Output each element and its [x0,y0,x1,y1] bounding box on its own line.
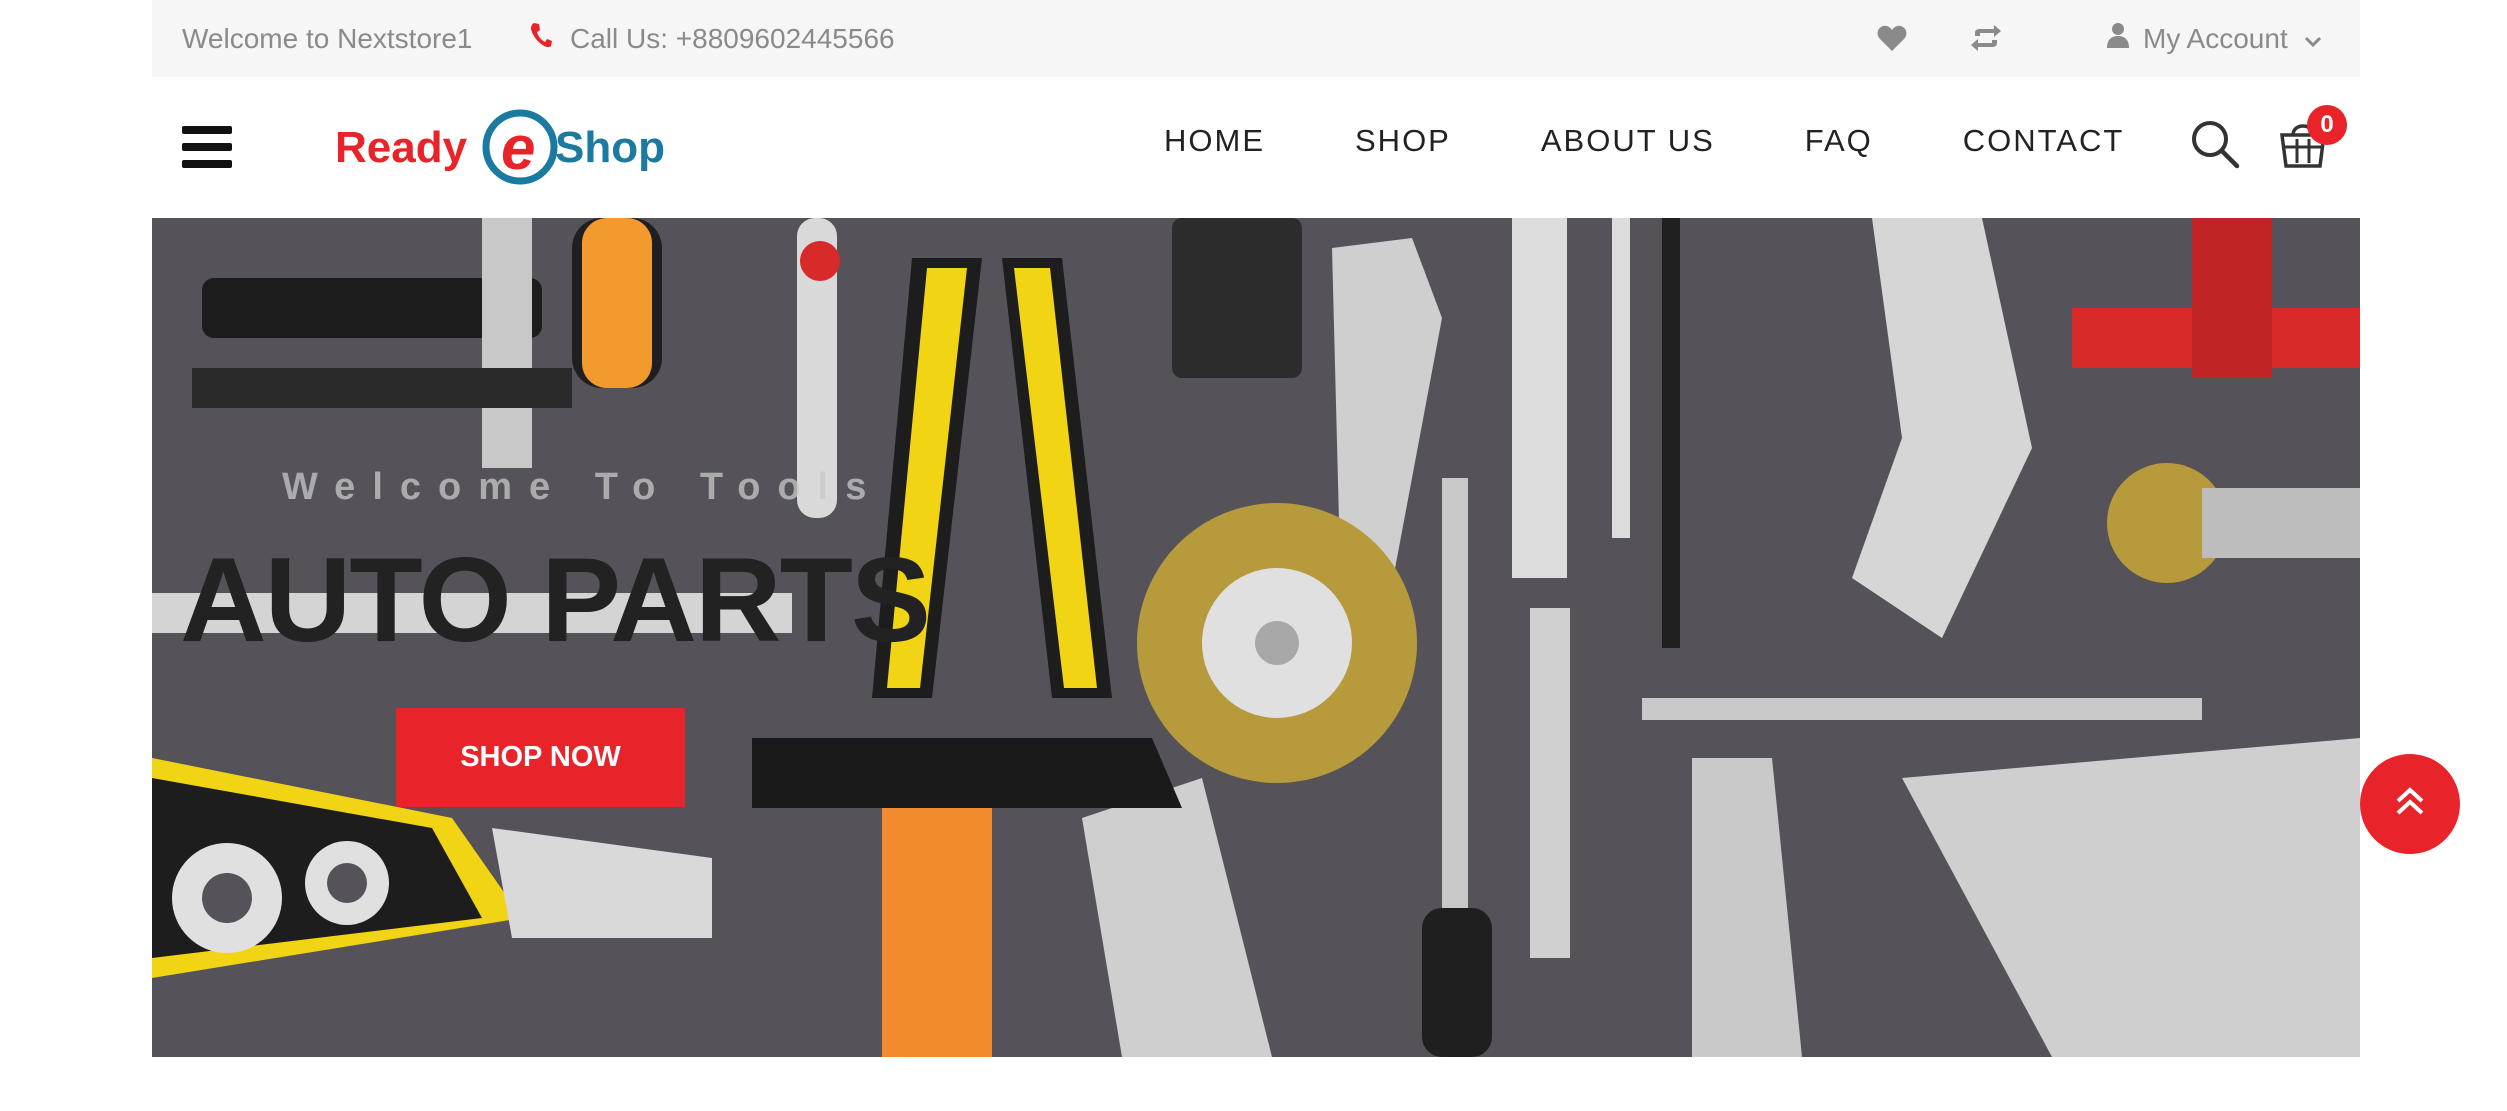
heart-icon[interactable] [1877,24,1907,57]
nav-home[interactable]: HOME [1164,123,1265,159]
shop-now-button[interactable]: SHOP NOW [396,708,685,807]
call-us-text: Call Us: +8809602445566 [570,22,895,54]
hamburger-icon[interactable] [182,126,232,168]
main-header: Ready e Shop HOME SHOP ABOUT US FAQ CONT… [152,77,2360,218]
back-to-top-button[interactable] [2360,754,2460,854]
site-logo[interactable]: Ready e Shop [335,107,705,187]
svg-text:e: e [501,114,535,183]
nav-shop[interactable]: SHOP [1355,123,1451,159]
welcome-text: Welcome to Nextstore1 [182,22,473,54]
top-bar: Welcome to Nextstore1 Call Us: +88096024… [152,0,2360,77]
user-icon [2107,22,2129,55]
my-account-label: My Account [2143,22,2288,54]
main-nav: HOME SHOP ABOUT US FAQ CONTACT [1164,123,2124,159]
chevron-down-icon [2304,23,2322,55]
double-chevron-up-icon [2393,785,2427,824]
nav-faq[interactable]: FAQ [1805,123,1873,159]
search-icon[interactable] [2190,119,2240,174]
hero-subtitle: Welcome To Tools [282,466,884,508]
call-us[interactable]: Call Us: +8809602445566 [530,22,895,55]
my-account-menu[interactable]: My Account [2107,22,2322,55]
hero-title: AUTO PARTS [180,533,931,667]
cart-count-badge: 0 [2307,105,2347,145]
svg-text:Ready: Ready [335,123,468,172]
svg-text:Shop: Shop [555,123,665,172]
hero-banner: Welcome To Tools AUTO PARTS SHOP NOW [152,218,2360,1057]
phone-icon [530,22,570,55]
nav-about-us[interactable]: ABOUT US [1541,123,1715,159]
nav-contact[interactable]: CONTACT [1963,123,2125,159]
compare-icon[interactable] [1970,24,2002,57]
